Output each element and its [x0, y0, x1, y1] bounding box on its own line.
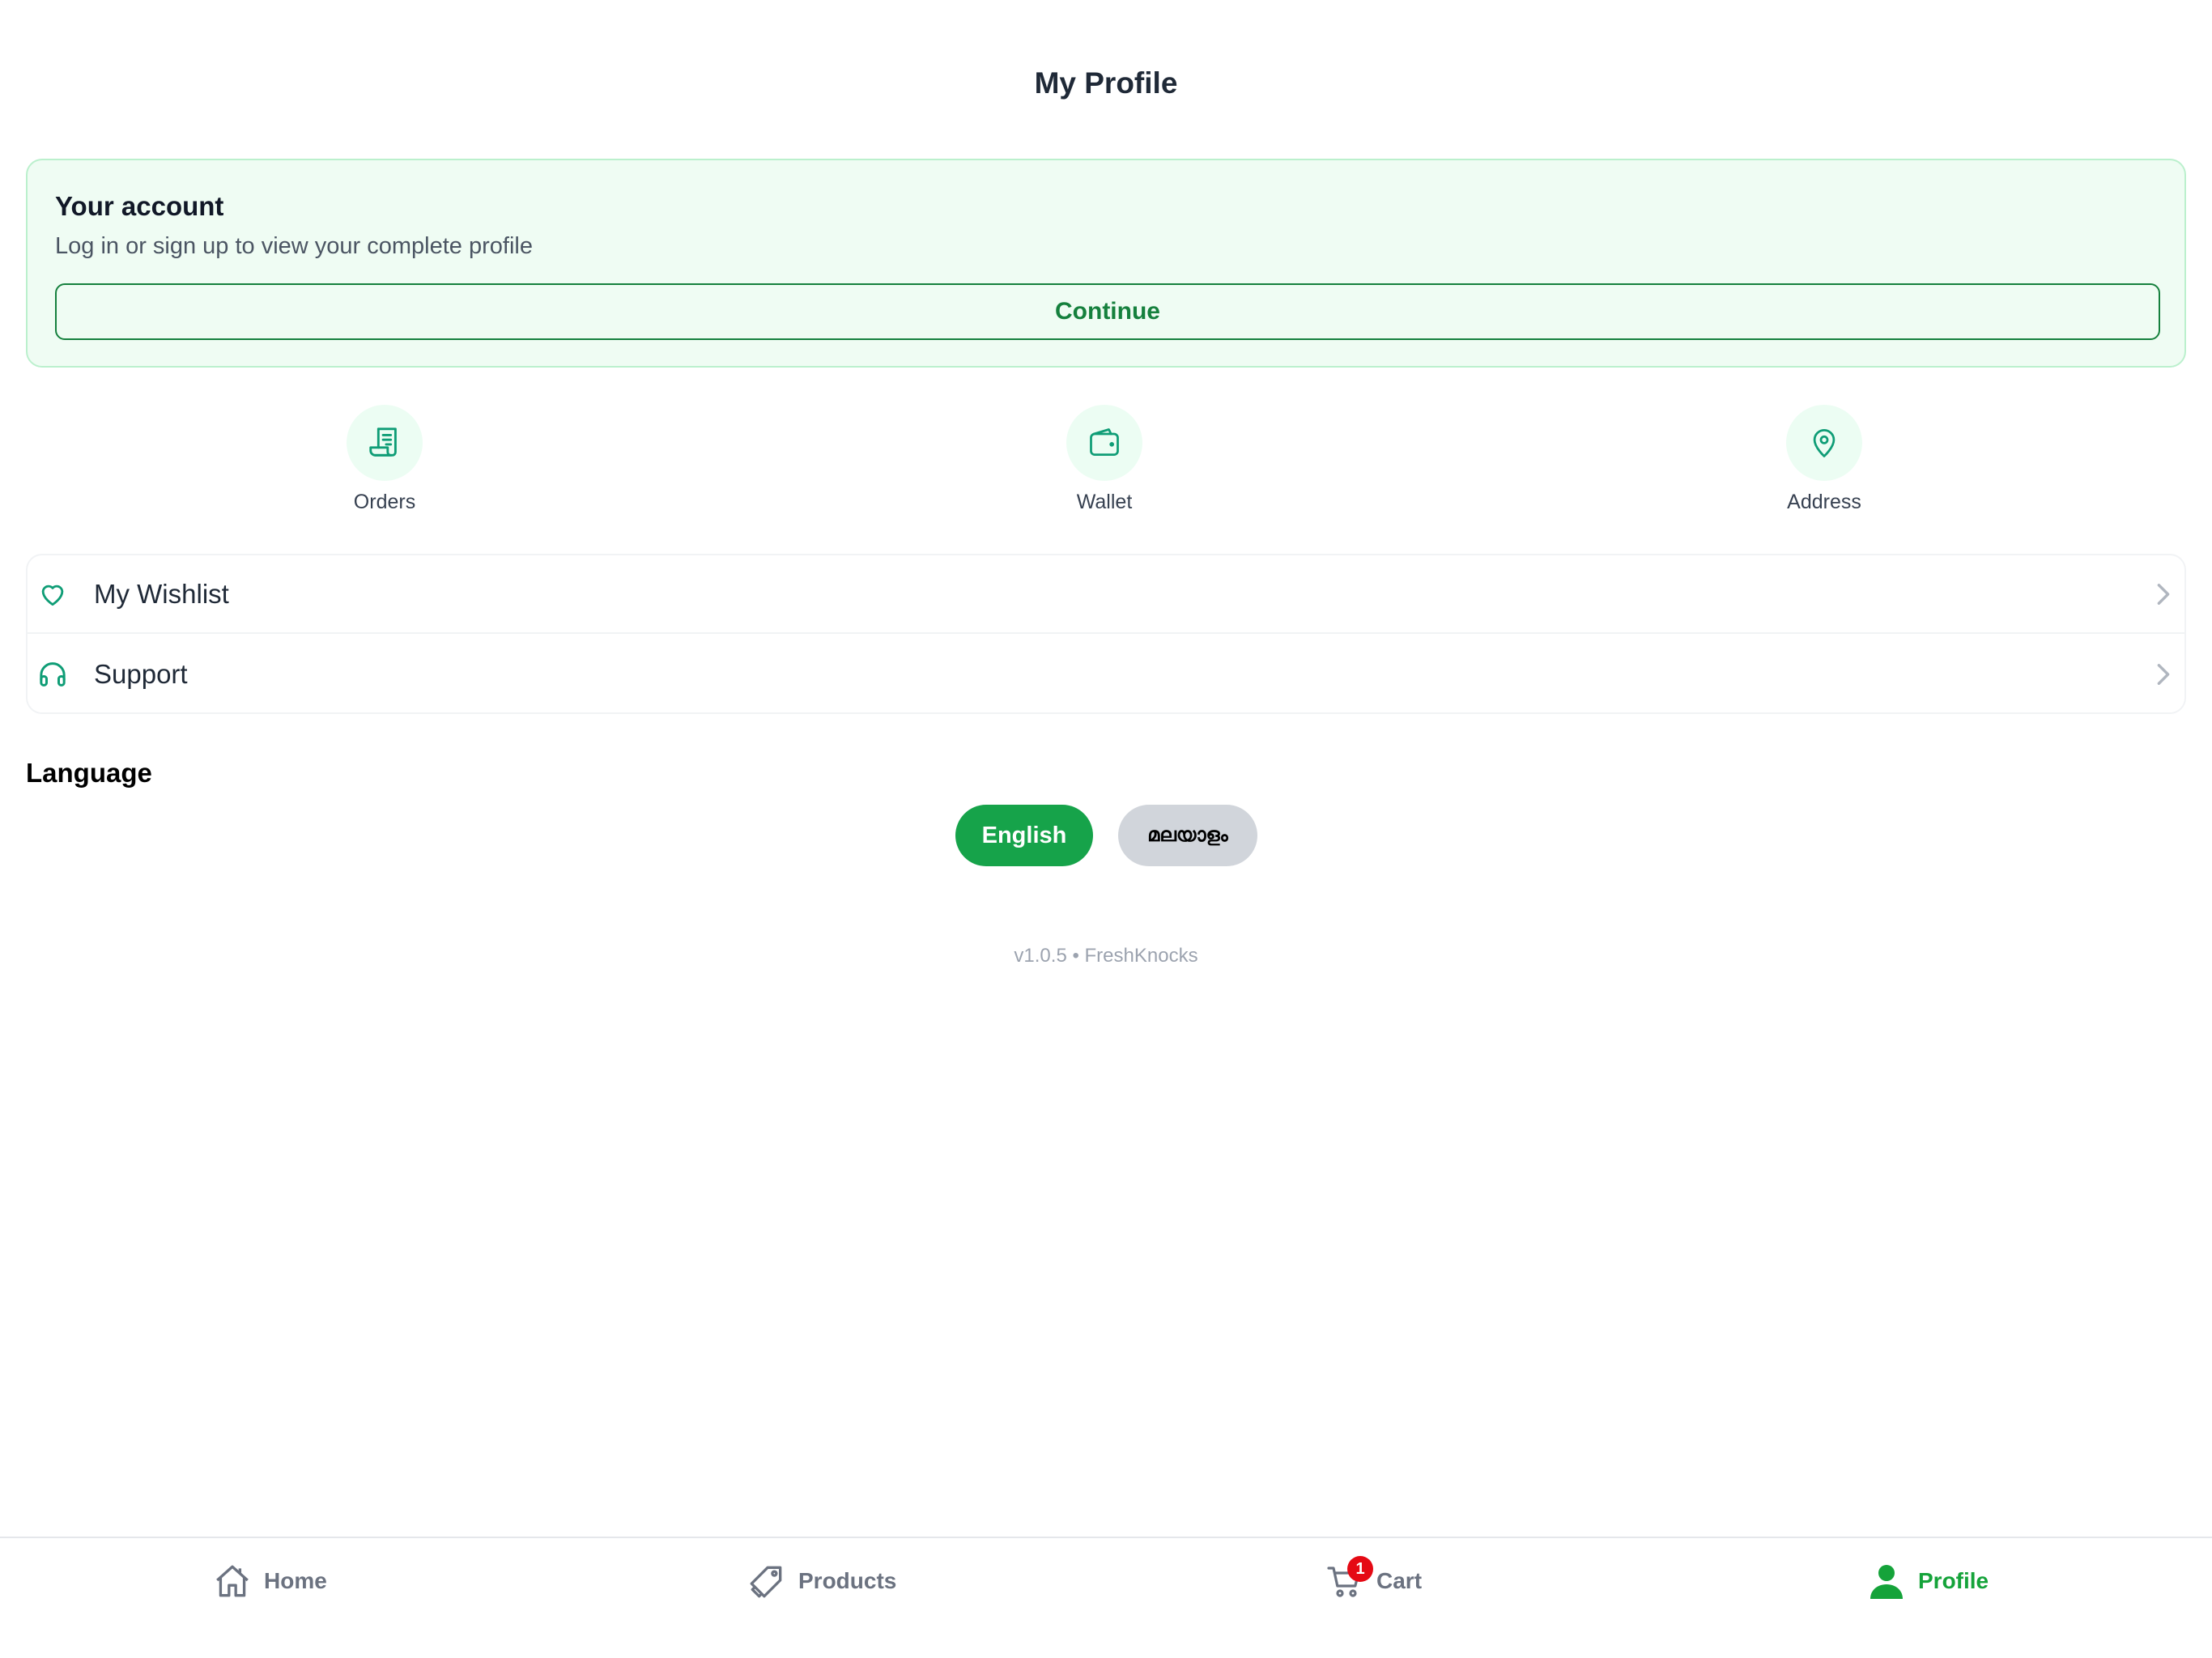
orders-action[interactable]: Orders	[287, 405, 482, 514]
tab-home[interactable]: Home	[212, 1559, 327, 1603]
orders-label: Orders	[353, 491, 416, 513]
account-title: Your account	[55, 191, 224, 221]
account-subtitle: Log in or sign up to view your complete …	[55, 233, 533, 259]
heart-icon	[36, 577, 70, 611]
tab-label: Home	[264, 1568, 327, 1593]
chevron-right-icon	[2157, 663, 2170, 685]
continue-button[interactable]: Continue	[55, 283, 2160, 340]
tab-label: Cart	[1376, 1568, 1423, 1593]
chevron-right-icon	[2157, 583, 2170, 605]
receipt-icon	[347, 405, 423, 481]
tab-label: Products	[798, 1568, 897, 1593]
menu-item-label: Support	[94, 658, 188, 689]
location-pin-icon	[1786, 405, 1862, 481]
tag-icon	[747, 1561, 787, 1601]
tab-products[interactable]: Products	[747, 1559, 896, 1603]
account-card: Your account Log in or sign up to view y…	[26, 159, 2186, 368]
language-heading: Language	[26, 758, 152, 788]
menu-item-label: My Wishlist	[94, 578, 229, 609]
headphones-icon	[36, 657, 70, 691]
tab-profile[interactable]: Profile	[1866, 1559, 1989, 1603]
tab-label: Profile	[1918, 1568, 1989, 1593]
bottom-tab-bar: Home Products 1 Cart Profile	[0, 1537, 2212, 1658]
language-malayalam-button[interactable]: മലയാളം	[1118, 805, 1257, 866]
wallet-label: Wallet	[1076, 491, 1133, 513]
address-action[interactable]: Address	[1727, 405, 1921, 514]
home-icon	[212, 1561, 253, 1601]
language-english-button[interactable]: English	[955, 805, 1093, 866]
profile-screen: My Profile Your account Log in or sign u…	[0, 0, 2212, 1658]
cart-count-badge: 1	[1347, 1556, 1373, 1582]
menu-item-support[interactable]: Support	[28, 635, 2184, 713]
tab-cart[interactable]: 1 Cart	[1325, 1556, 1423, 1603]
cart-icon: 1	[1325, 1556, 1373, 1601]
wallet-action[interactable]: Wallet	[1007, 405, 1202, 514]
menu-item-wishlist[interactable]: My Wishlist	[28, 555, 2184, 634]
address-label: Address	[1787, 491, 1861, 513]
menu-list: My Wishlist Support	[26, 554, 2186, 714]
user-icon	[1866, 1561, 1907, 1601]
app-version: v1.0.5 • FreshKnocks	[1014, 945, 1198, 967]
wallet-icon	[1066, 405, 1142, 481]
page-title: My Profile	[1034, 66, 1178, 100]
